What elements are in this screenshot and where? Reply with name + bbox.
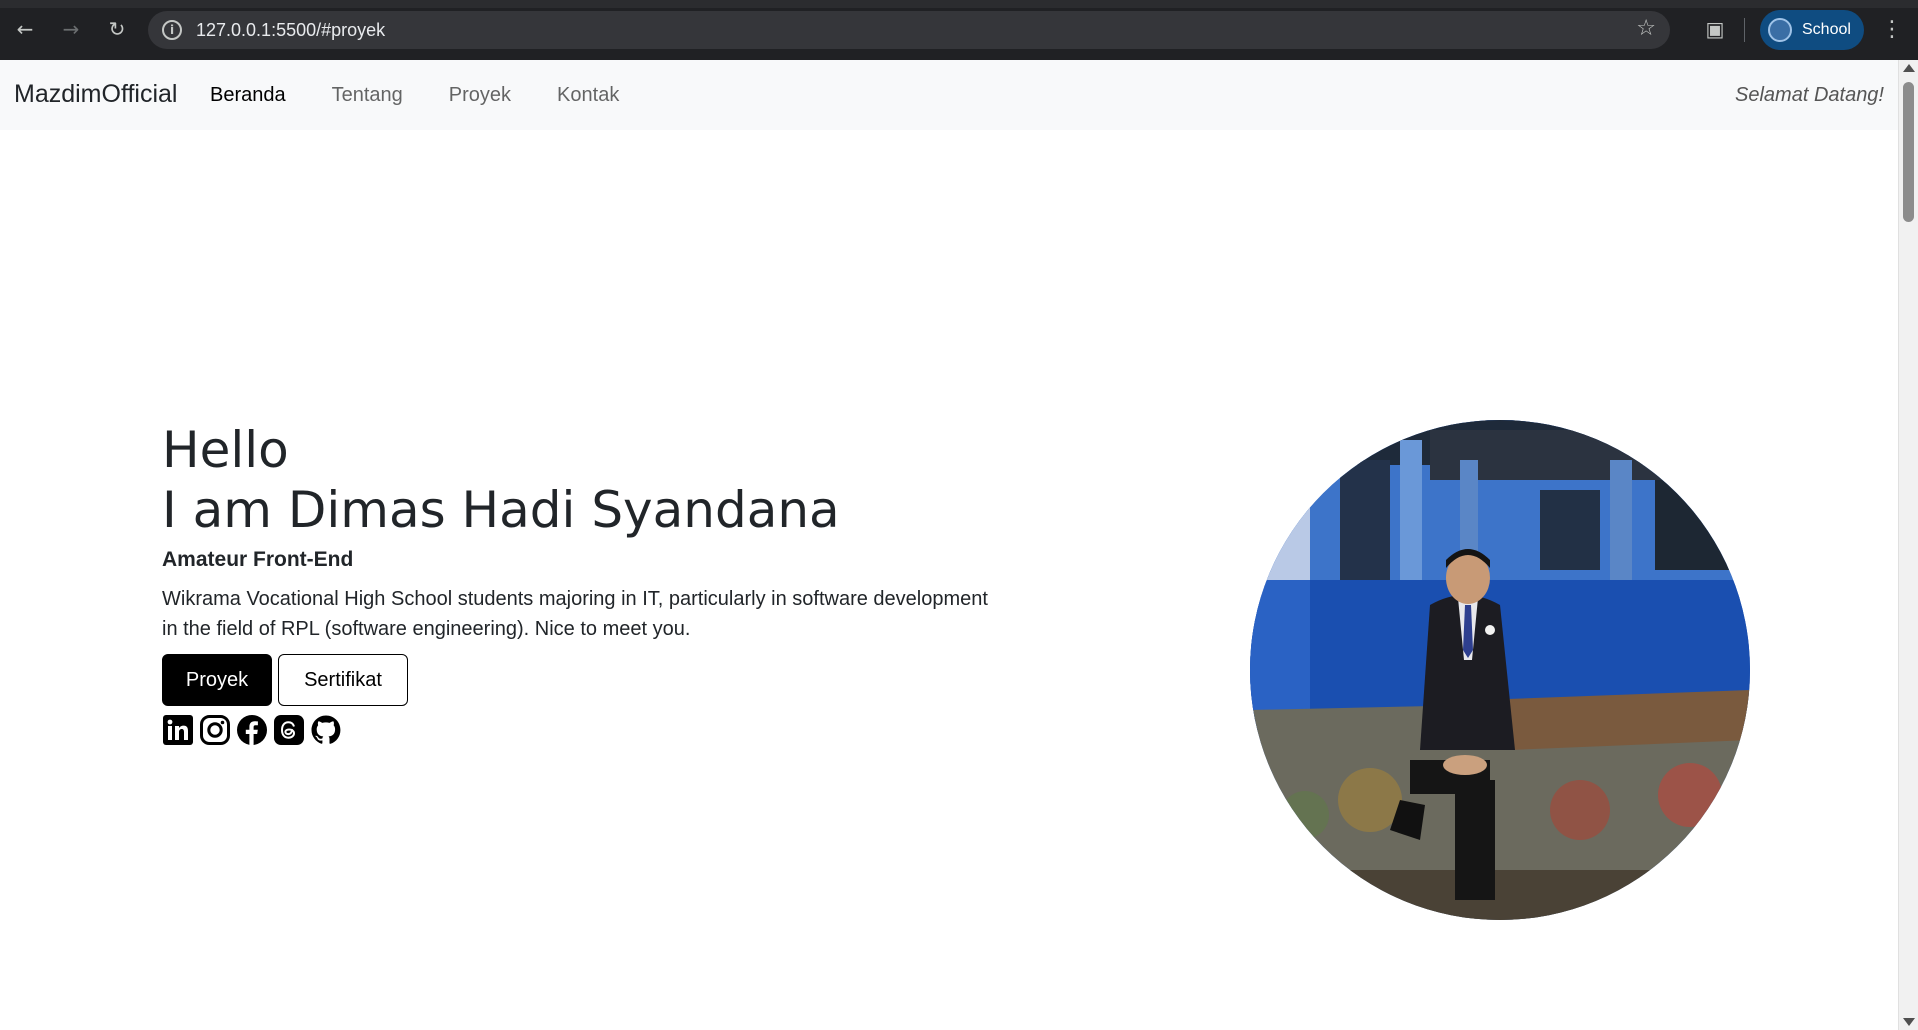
social-links <box>162 714 1002 746</box>
hero-title-line1: Hello <box>162 421 289 479</box>
welcome-text: Selamat Datang! <box>1735 84 1884 106</box>
address-bar[interactable]: i 127.0.0.1:5500/#proyek ☆ <box>148 11 1670 49</box>
github-icon[interactable] <box>310 714 342 746</box>
hero-section: Hello I am Dimas Hadi Syandana Amateur F… <box>0 130 1898 1030</box>
forward-icon[interactable]: → <box>56 14 86 44</box>
nav-links: Beranda Tentang Proyek Kontak <box>210 84 665 107</box>
proyek-button[interactable]: Proyek <box>162 654 272 706</box>
reload-icon[interactable]: ↻ <box>102 14 132 44</box>
back-icon[interactable]: ← <box>10 14 40 44</box>
page-scrollbar[interactable] <box>1898 60 1918 1030</box>
profile-label: School <box>1802 21 1851 38</box>
nav-link-kontak[interactable]: Kontak <box>557 84 619 107</box>
linkedin-icon[interactable] <box>162 714 194 746</box>
instagram-icon[interactable] <box>199 714 231 746</box>
site-navbar: MazdimOfficial Beranda Tentang Proyek Ko… <box>0 60 1898 130</box>
profile-photo <box>1250 420 1750 920</box>
toolbar-divider <box>1744 18 1745 42</box>
scroll-up-icon[interactable] <box>1903 64 1915 72</box>
browser-menu-icon[interactable]: ⋮ <box>1880 14 1904 44</box>
hero-description: Wikrama Vocational High School students … <box>162 588 988 640</box>
scroll-down-icon[interactable] <box>1903 1018 1915 1026</box>
extensions-icon[interactable]: ▣ <box>1700 14 1730 44</box>
profile-button[interactable]: School <box>1760 10 1864 50</box>
nav-link-proyek[interactable]: Proyek <box>449 84 511 107</box>
hero-buttons: Proyek Sertifikat <box>162 654 1002 706</box>
profile-avatar-icon <box>1768 18 1792 42</box>
url-text[interactable]: 127.0.0.1:5500/#proyek <box>196 20 385 41</box>
nav-link-beranda[interactable]: Beranda <box>210 84 286 107</box>
hero-subtitle: Amateur Front-End <box>162 548 354 571</box>
hero-title-line2: I am Dimas Hadi Syandana <box>162 481 840 539</box>
page-viewport: MazdimOfficial Beranda Tentang Proyek Ko… <box>0 60 1898 1030</box>
tab-strip <box>0 0 1918 8</box>
nav-link-tentang[interactable]: Tentang <box>332 84 403 107</box>
scrollbar-thumb[interactable] <box>1903 82 1914 222</box>
browser-toolbar: ← → ↻ i 127.0.0.1:5500/#proyek ☆ ▣ Schoo… <box>0 0 1918 60</box>
bookmark-star-icon[interactable]: ☆ <box>1636 16 1656 41</box>
brand-logo[interactable]: MazdimOfficial <box>14 80 177 109</box>
sertifikat-button[interactable]: Sertifikat <box>278 654 408 706</box>
hero-text: Hello I am Dimas Hadi Syandana Amateur F… <box>162 420 1002 746</box>
site-info-icon[interactable]: i <box>162 20 182 40</box>
threads-icon[interactable] <box>273 714 305 746</box>
hero-title: Hello I am Dimas Hadi Syandana <box>162 420 1002 540</box>
facebook-icon[interactable] <box>236 714 268 746</box>
